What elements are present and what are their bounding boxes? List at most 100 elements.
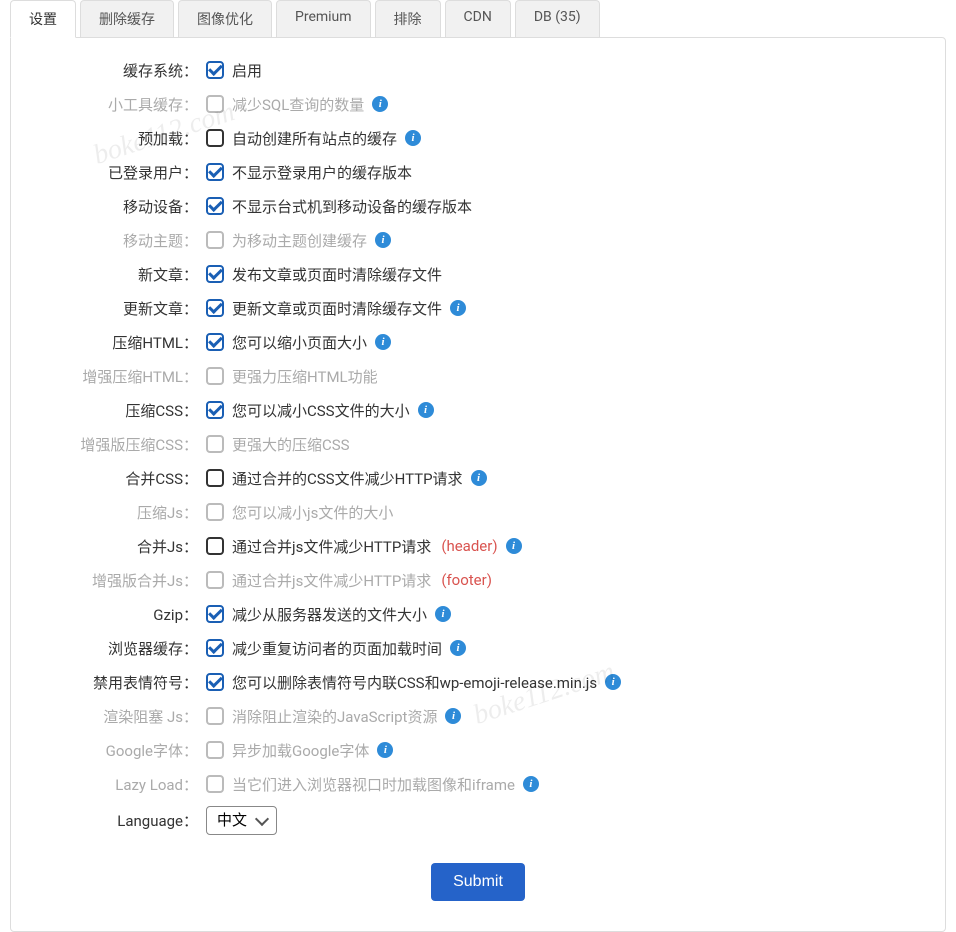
checkbox-minify-html-plus[interactable]	[206, 367, 224, 385]
tab-0[interactable]: 设置	[10, 0, 76, 38]
row-cache-system: 缓存系统：启用	[31, 58, 925, 82]
desc-combine-js-plus: 通过合并js文件减少HTTP请求	[232, 570, 431, 591]
row-gzip: Gzip： 减少从服务器发送的文件大小	[31, 602, 925, 626]
desc-browser-caching: 减少重复访问者的页面加载时间	[232, 638, 442, 659]
checkbox-new-post[interactable]	[206, 265, 224, 283]
info-icon[interactable]	[375, 334, 391, 350]
row-mobile: 移动设备： 不显示台式机到移动设备的缓存版本	[31, 194, 925, 218]
desc-google-fonts: 异步加载Google字体	[232, 740, 369, 761]
row-disable-emojis: 禁用表情符号： 您可以删除表情符号内联CSS和wp-emoji-release.m…	[31, 670, 925, 694]
info-icon[interactable]	[523, 776, 539, 792]
row-combine-css: 合并CSS：通过合并的CSS文件减少HTTP请求	[31, 466, 925, 490]
tab-2[interactable]: 图像优化	[178, 0, 272, 38]
label-minify-html: 压缩HTML：	[31, 332, 206, 353]
row-combine-js: 合并Js：通过合并js文件减少HTTP请求(header)	[31, 534, 925, 558]
tab-3[interactable]: Premium	[276, 0, 371, 38]
info-icon[interactable]	[471, 470, 487, 486]
row-combine-js-plus: 增强版合并Js： 通过合并js文件减少HTTP请求 (footer)	[31, 568, 925, 592]
info-icon[interactable]	[435, 606, 451, 622]
label-google-fonts: Google字体：	[31, 740, 206, 761]
checkbox-render-blocking-js[interactable]	[206, 707, 224, 725]
checkbox-mobile-theme[interactable]	[206, 231, 224, 249]
desc-render-blocking-js: 消除阻止渲染的JavaScript资源	[232, 706, 437, 727]
row-minify-html: 压缩HTML： 您可以缩小页面大小	[31, 330, 925, 354]
checkbox-cache-system[interactable]	[206, 61, 224, 79]
label-mobile: 移动设备：	[31, 196, 206, 217]
submit-button[interactable]: Submit	[431, 863, 525, 901]
tab-6[interactable]: DB (35)	[515, 0, 600, 38]
tab-4[interactable]: 排除	[375, 0, 441, 38]
checkbox-combine-js[interactable]	[206, 537, 224, 555]
info-icon[interactable]	[375, 232, 391, 248]
row-widget-cache: 小工具缓存：减少SQL查询的数量	[31, 92, 925, 116]
label-browser-caching: 浏览器缓存：	[31, 638, 206, 659]
desc-preload: 自动创建所有站点的缓存	[232, 128, 397, 149]
row-new-post: 新文章：发布文章或页面时清除缓存文件	[31, 262, 925, 286]
label-new-post: 新文章：	[31, 264, 206, 285]
row-preload: 预加载： 自动创建所有站点的缓存	[31, 126, 925, 150]
checkbox-minify-html[interactable]	[206, 333, 224, 351]
checkbox-minify-css[interactable]	[206, 401, 224, 419]
info-icon[interactable]	[445, 708, 461, 724]
info-icon[interactable]	[450, 640, 466, 656]
checkbox-minify-js[interactable]	[206, 503, 224, 521]
row-google-fonts: Google字体： 异步加载Google字体	[31, 738, 925, 762]
desc-widget-cache: 减少SQL查询的数量	[232, 94, 364, 115]
checkbox-widget-cache[interactable]	[206, 95, 224, 113]
checkbox-combine-css[interactable]	[206, 469, 224, 487]
checkbox-browser-caching[interactable]	[206, 639, 224, 657]
desc-update-post: 更新文章或页面时清除缓存文件	[232, 298, 442, 319]
row-lazy-load: Lazy Load： 当它们进入浏览器视口时加载图像和iframe	[31, 772, 925, 796]
tab-5[interactable]: CDN	[445, 0, 511, 38]
label-lazy-load: Lazy Load：	[31, 774, 206, 795]
checkbox-minify-css-plus[interactable]	[206, 435, 224, 453]
checkbox-update-post[interactable]	[206, 299, 224, 317]
desc-minify-css: 您可以减小CSS文件的大小	[232, 400, 410, 421]
checkbox-gzip[interactable]	[206, 605, 224, 623]
extra-combine-js-plus: (footer)	[441, 571, 492, 589]
info-icon[interactable]	[372, 96, 388, 112]
desc-mobile-theme: 为移动主题创建缓存	[232, 230, 367, 251]
language-select[interactable]: 中文	[206, 806, 277, 835]
row-browser-caching: 浏览器缓存： 减少重复访问者的页面加载时间	[31, 636, 925, 660]
desc-minify-css-plus: 更强大的压缩CSS	[232, 434, 350, 455]
desc-disable-emojis: 您可以删除表情符号内联CSS和wp-emoji-release.min.js	[232, 672, 597, 693]
label-combine-js: 合并Js：	[31, 536, 206, 557]
info-icon[interactable]	[506, 538, 522, 554]
checkbox-google-fonts[interactable]	[206, 741, 224, 759]
label-combine-js-plus: 增强版合并Js：	[31, 570, 206, 591]
info-icon[interactable]	[405, 130, 421, 146]
desc-gzip: 减少从服务器发送的文件大小	[232, 604, 427, 625]
desc-combine-css: 通过合并的CSS文件减少HTTP请求	[232, 468, 463, 489]
desc-minify-js: 您可以减小js文件的大小	[232, 502, 393, 523]
row-minify-js: 压缩Js：您可以减小js文件的大小	[31, 500, 925, 524]
row-update-post: 更新文章： 更新文章或页面时清除缓存文件	[31, 296, 925, 320]
checkbox-disable-emojis[interactable]	[206, 673, 224, 691]
desc-mobile: 不显示台式机到移动设备的缓存版本	[232, 196, 472, 217]
info-icon[interactable]	[605, 674, 621, 690]
info-icon[interactable]	[450, 300, 466, 316]
desc-minify-html: 您可以缩小页面大小	[232, 332, 367, 353]
label-gzip: Gzip：	[31, 604, 206, 625]
label-minify-css-plus: 增强版压缩CSS：	[31, 434, 206, 455]
row-logged-in-users: 已登录用户：不显示登录用户的缓存版本	[31, 160, 925, 184]
label-render-blocking-js: 渲染阻塞 Js：	[31, 706, 206, 727]
desc-minify-html-plus: 更强力压缩HTML功能	[232, 366, 378, 387]
info-icon[interactable]	[377, 742, 393, 758]
checkbox-lazy-load[interactable]	[206, 775, 224, 793]
checkbox-combine-js-plus[interactable]	[206, 571, 224, 589]
label-update-post: 更新文章：	[31, 298, 206, 319]
checkbox-preload[interactable]	[206, 129, 224, 147]
label-disable-emojis: 禁用表情符号：	[31, 672, 206, 693]
info-icon[interactable]	[418, 402, 434, 418]
label-minify-css: 压缩CSS：	[31, 400, 206, 421]
desc-lazy-load: 当它们进入浏览器视口时加载图像和iframe	[232, 774, 515, 795]
row-minify-html-plus: 增强压缩HTML：更强力压缩HTML功能	[31, 364, 925, 388]
row-minify-css-plus: 增强版压缩CSS： 更强大的压缩CSS	[31, 432, 925, 456]
checkbox-mobile[interactable]	[206, 197, 224, 215]
tab-1[interactable]: 删除缓存	[80, 0, 174, 38]
label-preload: 预加载：	[31, 128, 206, 149]
checkbox-logged-in-users[interactable]	[206, 163, 224, 181]
extra-combine-js: (header)	[441, 537, 497, 555]
desc-cache-system: 启用	[232, 60, 262, 81]
